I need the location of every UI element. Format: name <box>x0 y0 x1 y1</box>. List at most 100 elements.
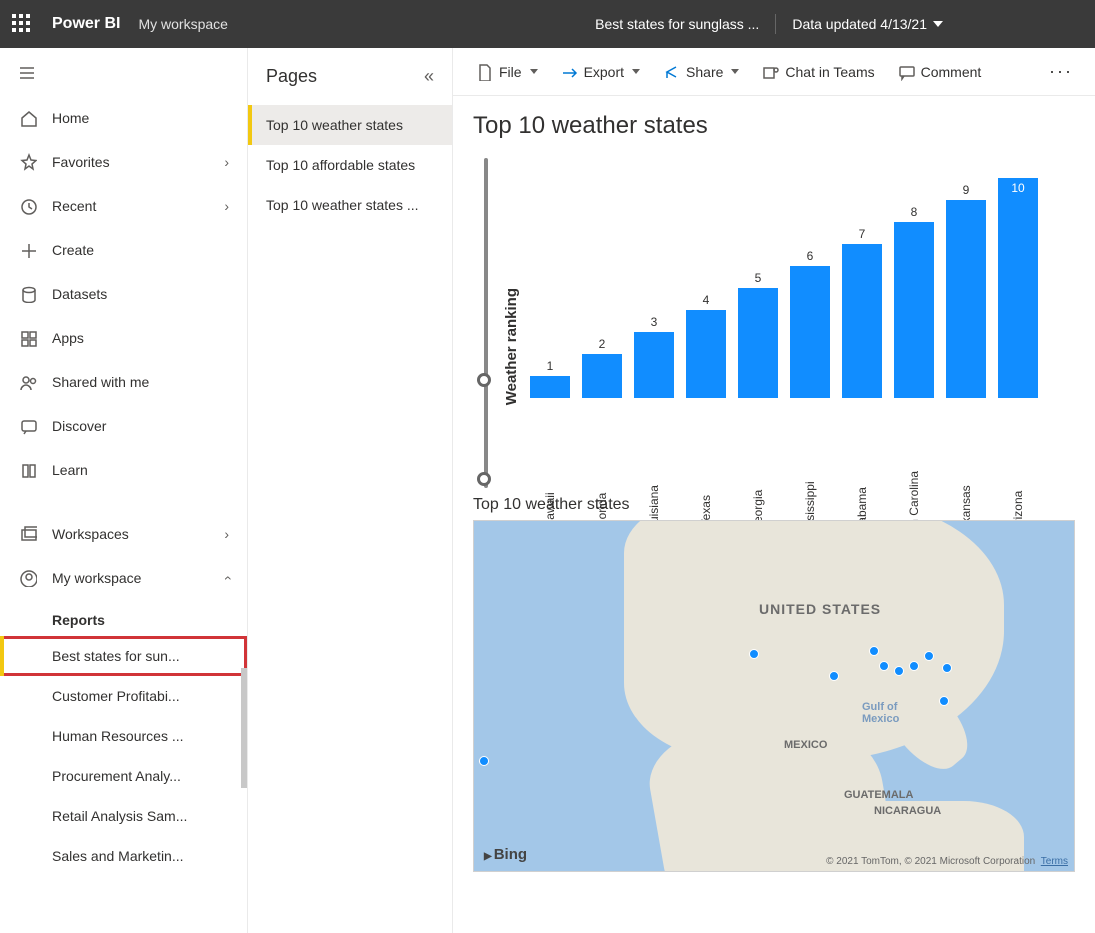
map-attribution: © 2021 TomTom, © 2021 Microsoft Corporat… <box>826 856 1068 867</box>
share-button[interactable]: Share <box>654 57 747 87</box>
nav-myworkspace[interactable]: My workspace› <box>0 556 247 600</box>
map-label-mexico: MEXICO <box>784 739 827 751</box>
export-button[interactable]: Export <box>552 57 648 87</box>
bar-hawaii[interactable]: 1 <box>530 359 570 398</box>
slicer-control[interactable] <box>473 148 499 488</box>
apps-icon <box>18 328 38 348</box>
map-dot[interactable] <box>894 666 904 676</box>
collapse-pages-icon[interactable]: « <box>424 66 434 87</box>
workspace-label[interactable]: My workspace <box>138 16 227 32</box>
nav-collapse-button[interactable] <box>0 48 247 96</box>
user-circle-icon <box>18 568 38 588</box>
chevron-down-icon <box>731 69 739 74</box>
report-item-best-states[interactable]: Best states for sun... <box>0 636 247 676</box>
bing-logo: Bing <box>484 846 527 863</box>
chevron-down-icon <box>632 69 640 74</box>
report-item-procurement[interactable]: Procurement Analy... <box>0 756 247 796</box>
nav-home[interactable]: Home <box>0 96 247 140</box>
chevron-up-icon: › <box>219 576 235 581</box>
y-axis-label: Weather ranking <box>499 148 524 465</box>
report-item-sales[interactable]: Sales and Marketin... <box>0 836 247 876</box>
report-toolbar: File Export Share Chat in Teams Comment … <box>453 48 1095 96</box>
hamburger-icon <box>18 63 36 81</box>
bar-georgia[interactable]: 5 <box>738 271 778 398</box>
data-updated-label: Data updated 4/13/21 <box>792 16 927 32</box>
chat-teams-button[interactable]: Chat in Teams <box>753 57 882 87</box>
page-item-weather2[interactable]: Top 10 weather states ... <box>248 185 452 225</box>
home-icon <box>18 108 38 128</box>
brand-label: Power BI <box>52 15 120 33</box>
nav-workspaces[interactable]: Workspaces› <box>0 512 247 556</box>
map-dot[interactable] <box>749 649 759 659</box>
map-terms-link[interactable]: Terms <box>1041 856 1068 867</box>
report-title-header[interactable]: Best states for sunglass ... <box>595 16 759 32</box>
nav-recent[interactable]: Recent› <box>0 184 247 228</box>
map-dot[interactable] <box>942 663 952 673</box>
page-item-weather[interactable]: Top 10 weather states <box>248 105 452 145</box>
chevron-down-icon <box>933 21 943 27</box>
export-icon <box>560 63 578 81</box>
clock-icon <box>18 196 38 216</box>
bar-south-carolina[interactable]: 8 <box>894 205 934 398</box>
chevron-right-icon: › <box>224 154 229 170</box>
slicer-knob-lower[interactable] <box>477 472 491 486</box>
book-icon <box>18 460 38 480</box>
left-nav: Home Favorites› Recent› Create Datasets … <box>0 48 248 933</box>
map-dot[interactable] <box>909 661 919 671</box>
bar-florida[interactable]: 2 <box>582 337 622 398</box>
data-updated-button[interactable]: Data updated 4/13/21 <box>792 16 943 32</box>
nav-favorites[interactable]: Favorites› <box>0 140 247 184</box>
map-dot[interactable] <box>869 646 879 656</box>
map-dot[interactable] <box>879 661 889 671</box>
share-icon <box>662 63 680 81</box>
star-icon <box>18 152 38 172</box>
bar-alabama[interactable]: 7 <box>842 227 882 398</box>
teams-icon <box>761 63 779 81</box>
file-icon <box>475 63 493 81</box>
map-label-gulf: Gulf of Mexico <box>862 701 912 725</box>
people-icon <box>18 372 38 392</box>
bar-louisiana[interactable]: 3 <box>634 315 674 398</box>
slicer-knob-upper[interactable] <box>477 373 491 387</box>
nav-learn[interactable]: Learn <box>0 448 247 492</box>
pages-panel: Pages « Top 10 weather states Top 10 aff… <box>248 48 453 933</box>
discover-icon <box>18 416 38 436</box>
map-dot[interactable] <box>479 756 489 766</box>
chevron-right-icon: › <box>224 198 229 214</box>
bar-texas[interactable]: 4 <box>686 293 726 398</box>
bar-mississippi[interactable]: 6 <box>790 249 830 398</box>
report-item-hr[interactable]: Human Resources ... <box>0 716 247 756</box>
report-item-retail[interactable]: Retail Analysis Sam... <box>0 796 247 836</box>
comment-button[interactable]: Comment <box>889 57 990 87</box>
nav-apps[interactable]: Apps <box>0 316 247 360</box>
top-header: Power BI My workspace Best states for su… <box>0 0 1095 48</box>
map-dot[interactable] <box>939 696 949 706</box>
bars-area: 12345678910 <box>524 148 1075 398</box>
nav-scrollbar[interactable] <box>241 668 247 788</box>
nav-discover[interactable]: Discover <box>0 404 247 448</box>
map-dot[interactable] <box>829 671 839 681</box>
nav-shared[interactable]: Shared with me <box>0 360 247 404</box>
page-item-affordable[interactable]: Top 10 affordable states <box>248 145 452 185</box>
workspaces-icon <box>18 524 38 544</box>
more-options-button[interactable]: ··· <box>1041 57 1081 86</box>
bar-arizona[interactable]: 10 <box>998 161 1038 398</box>
nav-create[interactable]: Create <box>0 228 247 272</box>
file-button[interactable]: File <box>467 57 546 87</box>
app-launcher-icon[interactable] <box>12 14 32 34</box>
map-visual[interactable]: UNITED STATES MEXICO Gulf of Mexico GUAT… <box>473 520 1075 872</box>
nav-datasets[interactable]: Datasets <box>0 272 247 316</box>
plus-icon <box>18 240 38 260</box>
database-icon <box>18 284 38 304</box>
map-label-guatemala: GUATEMALA <box>844 789 913 801</box>
bar-chart[interactable]: Weather ranking 12345678910 HawaiiFlorid… <box>473 148 1075 488</box>
chevron-right-icon: › <box>224 526 229 542</box>
reports-section-header: Reports <box>0 600 247 636</box>
map-dot[interactable] <box>924 651 934 661</box>
map-label-nicaragua: NICARAGUA <box>874 805 941 817</box>
report-item-customer[interactable]: Customer Profitabi... <box>0 676 247 716</box>
bar-arkansas[interactable]: 9 <box>946 183 986 398</box>
chevron-down-icon <box>530 69 538 74</box>
chart-title: Top 10 weather states <box>473 112 1075 140</box>
map-label-us: UNITED STATES <box>759 601 881 617</box>
